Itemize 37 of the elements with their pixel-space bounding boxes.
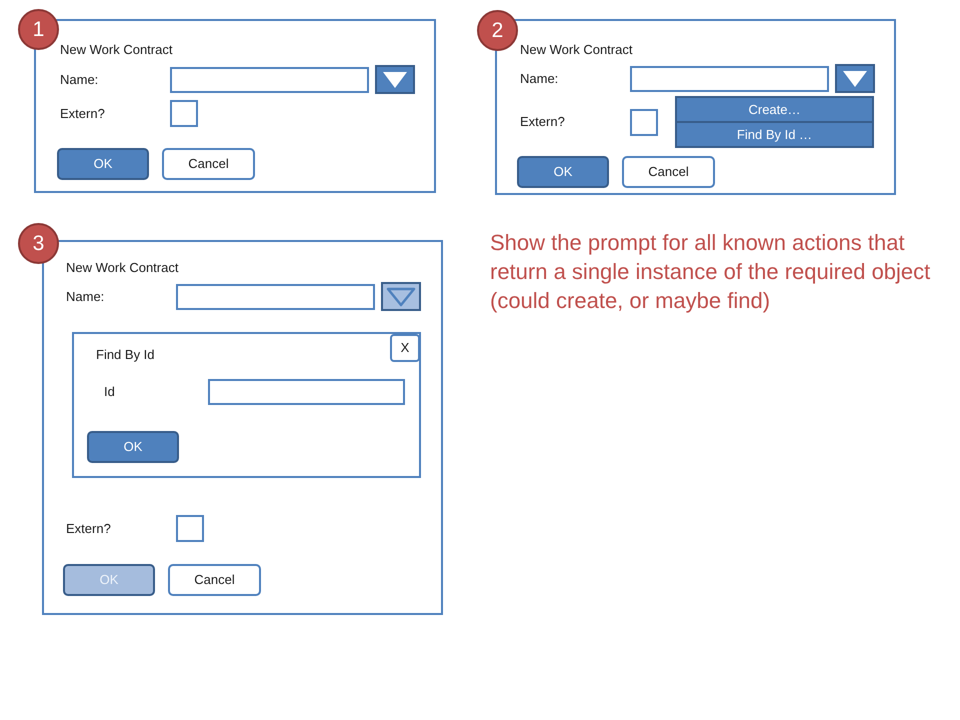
name-input-field[interactable]	[630, 66, 829, 92]
note-text: Show the prompt for all known actions that return a single instance of the required object (could create, or maybe find)	[490, 229, 932, 315]
dialog-title: New Work Contract	[66, 260, 180, 276]
field-label: Extern?	[60, 106, 105, 120]
field-label: Name:	[60, 72, 98, 86]
close-button[interactable]: X	[390, 334, 420, 362]
cancel-button[interactable]: Cancel	[168, 564, 261, 596]
step-number-badge: 1	[18, 9, 59, 50]
field-label: Name:	[66, 288, 104, 304]
dialog-title: New Work Contract	[520, 42, 634, 58]
field-label: Name:	[520, 70, 558, 86]
dropdown-button[interactable]	[375, 65, 415, 94]
checkbox[interactable]	[170, 100, 198, 127]
field-label: Extern?	[520, 114, 565, 129]
ok-button[interactable]: OK	[517, 156, 609, 188]
dialog-title: New Work Contract	[60, 42, 174, 58]
ok-button[interactable]: OK	[87, 431, 179, 463]
caret-down-icon	[386, 286, 416, 306]
field-label: Id	[104, 384, 115, 399]
ok-button[interactable]: OK	[57, 148, 149, 180]
cancel-button[interactable]: Cancel	[162, 148, 255, 180]
step-number-badge: 2	[477, 10, 518, 51]
dialog-title: Find By Id	[95, 346, 155, 363]
dropdown-button[interactable]	[835, 64, 875, 93]
caret-down-icon	[843, 70, 867, 86]
caret-down-icon	[383, 72, 407, 88]
step-number-badge: 3	[18, 223, 59, 264]
menu-item[interactable]: Create…	[677, 98, 872, 121]
menu-item[interactable]: Find By Id …	[677, 123, 872, 146]
field-label: Extern?	[66, 520, 111, 536]
name-input-field[interactable]	[176, 284, 375, 310]
name-input-field[interactable]	[170, 66, 369, 92]
id-input-field[interactable]	[208, 379, 405, 405]
dropdown-button[interactable]	[381, 282, 421, 311]
checkbox[interactable]	[630, 108, 658, 136]
checkbox[interactable]	[176, 515, 204, 542]
cancel-button[interactable]: Cancel	[622, 156, 715, 188]
